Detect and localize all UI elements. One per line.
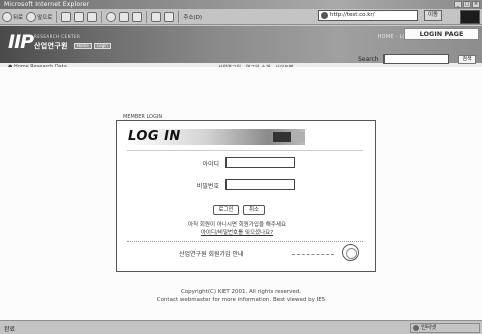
security-zone: 인터넷 [410,323,480,333]
windows-logo-icon [460,10,480,24]
history-icon[interactable] [132,11,143,22]
address-value: http://test.co.kr/ [330,12,375,18]
logo-name: 산업연구원 [34,42,68,50]
home-icon[interactable] [87,11,98,22]
login-panel: LOG IN 아이디 비밀번호 로그인 취소 아직 회원이 아니시면 회원가입을… [116,120,376,272]
title-bar: Microsoft Internet Explorer _ □ × [0,0,482,9]
copyright-text: Copyright(C) KIET 2001. All rights reser… [180,289,302,295]
id-input[interactable] [225,157,295,168]
clock-icon [342,244,359,261]
maximize-button[interactable]: □ [463,1,471,8]
forward-button[interactable]: 앞으로 [26,11,53,22]
zone-label: 인터넷 [421,325,437,331]
password-label: 비밀번호 [196,183,219,190]
signup-note[interactable]: 아직 회원이 아니시면 회원가입을 해주세요 [157,220,317,228]
cancel-button[interactable]: 취소 [243,205,265,215]
status-bar: 완료 인터넷 [0,320,482,334]
header-decoration-tag [291,132,305,142]
site-search-button[interactable]: 검색 [458,55,476,64]
toolbar-separator [56,10,58,23]
address-label: 주소(D) [183,14,202,21]
globe-icon [413,325,419,331]
address-bar[interactable]: http://test.co.kr/ [318,10,418,21]
divider [127,150,363,151]
site-logo[interactable]: IIP [8,31,34,53]
login-header: LOG IN [125,129,305,145]
login-button[interactable]: 로그인 [213,205,239,215]
site-search-input[interactable] [383,54,449,64]
contact-text: Contact webmaster for more information. … [156,297,326,303]
page-icon [321,12,328,19]
mail-icon[interactable] [151,11,162,22]
logo-subtitle: RESEARCH CENTER [34,34,81,39]
dashed-line [292,254,334,255]
back-button[interactable]: 뒤로 [2,11,24,22]
window-controls: _ □ × [454,1,480,8]
search-label: Search [358,56,379,63]
stop-icon[interactable] [61,11,72,22]
window-title: Microsoft Internet Explorer [4,1,90,8]
id-label: 아이디 [202,161,219,168]
password-input[interactable] [225,179,295,190]
go-button[interactable]: 이동 [424,10,442,21]
status-text: 완료 [4,326,16,333]
print-icon[interactable] [164,11,175,22]
login-title: LOG IN [128,129,181,144]
favorites-icon[interactable] [119,11,130,22]
toolbar-separator [101,10,103,23]
back-label: 뒤로 [13,14,24,21]
toolbar-separator [178,10,180,23]
dotted-divider [127,241,363,242]
signup-notice-link[interactable]: 산업연구원 회원가입 안내 [179,249,244,258]
forward-arrow-icon [26,11,37,22]
nav-login-button[interactable]: Login [94,43,111,49]
page-stamp: LOGIN PAGE [404,28,479,40]
close-button[interactable]: × [472,1,480,8]
forward-label: 앞으로 [37,14,53,21]
search-icon[interactable] [106,11,117,22]
minimize-button[interactable]: _ [454,1,462,8]
back-arrow-icon [2,11,12,22]
find-account-link[interactable]: 아이디/비밀번호를 잊으셨나요? [157,228,317,236]
header-decoration [273,132,291,142]
refresh-icon[interactable] [74,11,85,22]
toolbar-separator [146,10,148,23]
page-footer: Copyright(C) KIET 2001. All rights reser… [0,288,482,304]
nav-home-button[interactable]: Home [74,43,92,49]
